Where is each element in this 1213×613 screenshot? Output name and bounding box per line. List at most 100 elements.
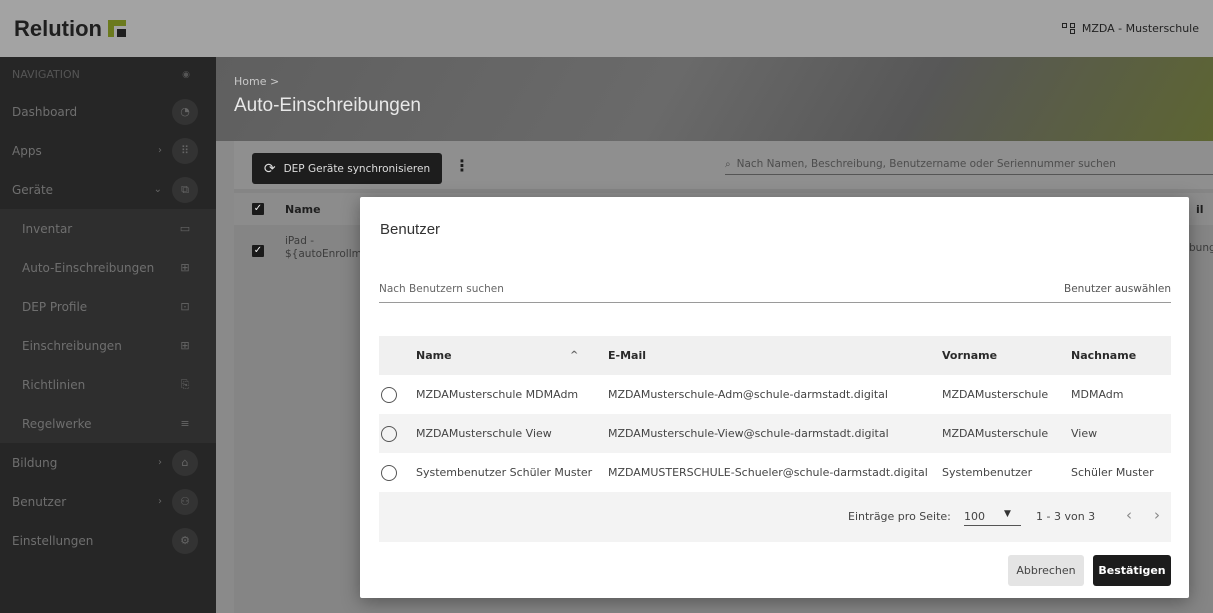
sidebar-item-dashboard[interactable]: Dashboard ◔ [0, 92, 216, 131]
confirm-button[interactable]: Bestätigen [1093, 555, 1171, 586]
cell-firstname: Systembenutzer [942, 466, 1033, 479]
search-underline [379, 302, 1171, 303]
table-cell-partial: bung [1189, 242, 1213, 254]
pagination: Einträge pro Seite: 100 ▼ 1 - 3 von 3 ‹ … [379, 492, 1171, 542]
policy-icon: ⎘ [180, 377, 190, 391]
search-underline [725, 174, 1213, 175]
sidebar-item-label: Bildung [12, 455, 58, 470]
sort-ascending-icon[interactable]: ^ [570, 336, 578, 375]
sidebar-item-label: Dashboard [12, 104, 78, 119]
cell-email: MZDAMUSTERSCHULE-Schueler@schule-darmsta… [608, 466, 928, 479]
sidebar-item-inventar[interactable]: Inventar ▭ [0, 209, 216, 248]
cell-name: MZDAMusterschule View [416, 427, 552, 440]
sidebar-item-einstellungen[interactable]: Einstellungen ⚙ [0, 521, 216, 560]
column-header-email[interactable]: E-Mail [608, 336, 646, 375]
pagination-range: 1 - 3 von 3 [1036, 510, 1096, 523]
table-row[interactable]: MZDAMusterschule MDMAdm MZDAMusterschule-… [379, 375, 1171, 414]
tenant-switcher[interactable]: MZDA - Musterschule [1061, 22, 1199, 35]
select-user-radio[interactable] [381, 387, 397, 403]
cancel-button[interactable]: Abbrechen [1008, 555, 1084, 586]
previous-page-icon[interactable]: ‹ [1126, 506, 1132, 524]
rows-per-page-select[interactable]: 100 ▼ [964, 508, 1021, 526]
chevron-right-icon: › [158, 145, 162, 156]
page-title: Auto-Einschreibungen [234, 95, 421, 116]
sidebar-item-label: Auto-Einschreibungen [22, 260, 155, 275]
organization-icon [1061, 22, 1076, 35]
enroll-icon: ⊞ [180, 339, 190, 352]
sidebar-item-label: Apps [12, 143, 42, 158]
cell-firstname: MZDAMusterschule [942, 388, 1049, 401]
chevron-right-icon: › [158, 457, 162, 468]
more-options-icon[interactable]: ⋮ [454, 156, 470, 175]
sidebar-item-label: Einstellungen [12, 533, 94, 548]
tenant-name: MZDA - Musterschule [1081, 22, 1199, 35]
sidebar-item-regelwerke[interactable]: Regelwerke ≡ [0, 404, 216, 443]
sidebar-item-label: Richtlinien [22, 377, 86, 392]
cell-lastname: View [1071, 427, 1098, 440]
user-select-dialog: Benutzer Nach Benutzern suchen Benutzer … [360, 197, 1189, 598]
select-user-radio[interactable] [381, 465, 397, 481]
pin-icon[interactable]: ◉ [182, 70, 190, 80]
inventory-icon: ▭ [179, 222, 191, 235]
sidebar-item-benutzer[interactable]: Benutzer › ⚇ [0, 482, 216, 521]
users-icon: ⚇ [172, 488, 198, 515]
cell-lastname: Schüler Muster [1071, 466, 1154, 479]
cell-email: MZDAMusterschule-View@schule-darmstadt.d… [608, 427, 889, 440]
dep-sync-button[interactable]: ⟳ DEP Geräte synchronisieren [252, 153, 442, 184]
select-all-checkbox[interactable]: ✓ [252, 203, 264, 215]
cell-name: MZDAMusterschule MDMAdm [416, 388, 579, 401]
chevron-down-icon: ⌄ [153, 184, 162, 195]
sync-icon: ⟳ [263, 160, 276, 177]
column-header-name[interactable]: Name [416, 336, 452, 375]
column-header-lastname[interactable]: Nachname [1071, 336, 1136, 375]
chevron-right-icon: › [158, 496, 162, 507]
sidebar: NAVIGATION ◉ Dashboard ◔ Apps › ⠿ Geräte ⌄ ⧉ Inv… [0, 57, 216, 613]
cell-lastname: MDMAdm [1071, 388, 1124, 401]
column-header-firstname[interactable]: Vorname [942, 336, 997, 375]
sidebar-header: NAVIGATION ◉ [12, 68, 190, 81]
cell-firstname: MZDAMusterschule [942, 427, 1049, 440]
user-table-header: Name ^ E-Mail Vorname Nachname [379, 336, 1171, 375]
select-user-radio[interactable] [381, 426, 397, 442]
sidebar-item-label: Geräte [12, 182, 54, 197]
user-search-input[interactable]: Nach Benutzern suchen [379, 283, 1171, 303]
cell-name: Systembenutzer Schüler Muster [416, 466, 593, 479]
breadcrumb[interactable]: Home > [234, 75, 279, 88]
user-table: Name ^ E-Mail Vorname Nachname MZDAMuste… [379, 336, 1171, 492]
sidebar-item-label: DEP Profile [22, 299, 88, 314]
sidebar-item-dep-profile[interactable]: DEP Profile ⊡ [0, 287, 216, 326]
sidebar-item-label: Regelwerke [22, 416, 92, 431]
sidebar-item-label: Inventar [22, 221, 73, 236]
table-row[interactable]: MZDAMusterschule View MZDAMusterschule-Vi… [379, 414, 1171, 453]
cell-email: MZDAMusterschule-Adm@schule-darmstadt.di… [608, 388, 888, 401]
sidebar-item-einschreibungen[interactable]: Einschreibungen ⊞ [0, 326, 216, 365]
gauge-icon: ◔ [172, 98, 198, 125]
devices-icon: ⧉ [172, 176, 198, 203]
column-header-partial: il [1196, 203, 1204, 216]
settings-icon: ⚙ [172, 527, 198, 554]
search-icon: ⌕ [725, 158, 731, 170]
column-header-name[interactable]: Name [285, 203, 321, 216]
sidebar-item-apps[interactable]: Apps › ⠿ [0, 131, 216, 170]
top-bar: Relution MZDA - Musterschule [0, 0, 1213, 57]
auto-enroll-icon: ⊞ [180, 261, 190, 274]
dropdown-caret-icon: ▼ [1004, 509, 1011, 519]
sidebar-item-richtlinien[interactable]: Richtlinien ⎘ [0, 365, 216, 404]
brand[interactable]: Relution [14, 16, 126, 42]
next-page-icon[interactable]: › [1154, 506, 1160, 524]
sidebar-item-label: Benutzer [12, 494, 67, 509]
dep-profile-icon: ⊡ [180, 300, 190, 313]
sidebar-item-bildung[interactable]: Bildung › ⌂ [0, 443, 216, 482]
sidebar-item-label: Einschreibungen [22, 338, 122, 353]
education-icon: ⌂ [172, 449, 198, 476]
sidebar-item-geräte[interactable]: Geräte ⌄ ⧉ [0, 170, 216, 209]
device-search-input[interactable]: ⌕ Nach Namen, Beschreibung, Benutzername… [725, 154, 1213, 174]
table-row[interactable]: Systembenutzer Schüler Muster MZDAMUSTERS… [379, 453, 1171, 492]
rows-per-page-label: Einträge pro Seite: [848, 510, 951, 523]
relution-logo-icon [108, 20, 126, 37]
dialog-title: Benutzer [380, 221, 441, 238]
sidebar-item-auto-einschreibungen[interactable]: Auto-Einschreibungen ⊞ [0, 248, 216, 287]
brand-name: Relution [14, 15, 102, 41]
select-user-label: Benutzer auswählen [1064, 283, 1171, 295]
row-checkbox[interactable]: ✓ [252, 245, 264, 257]
